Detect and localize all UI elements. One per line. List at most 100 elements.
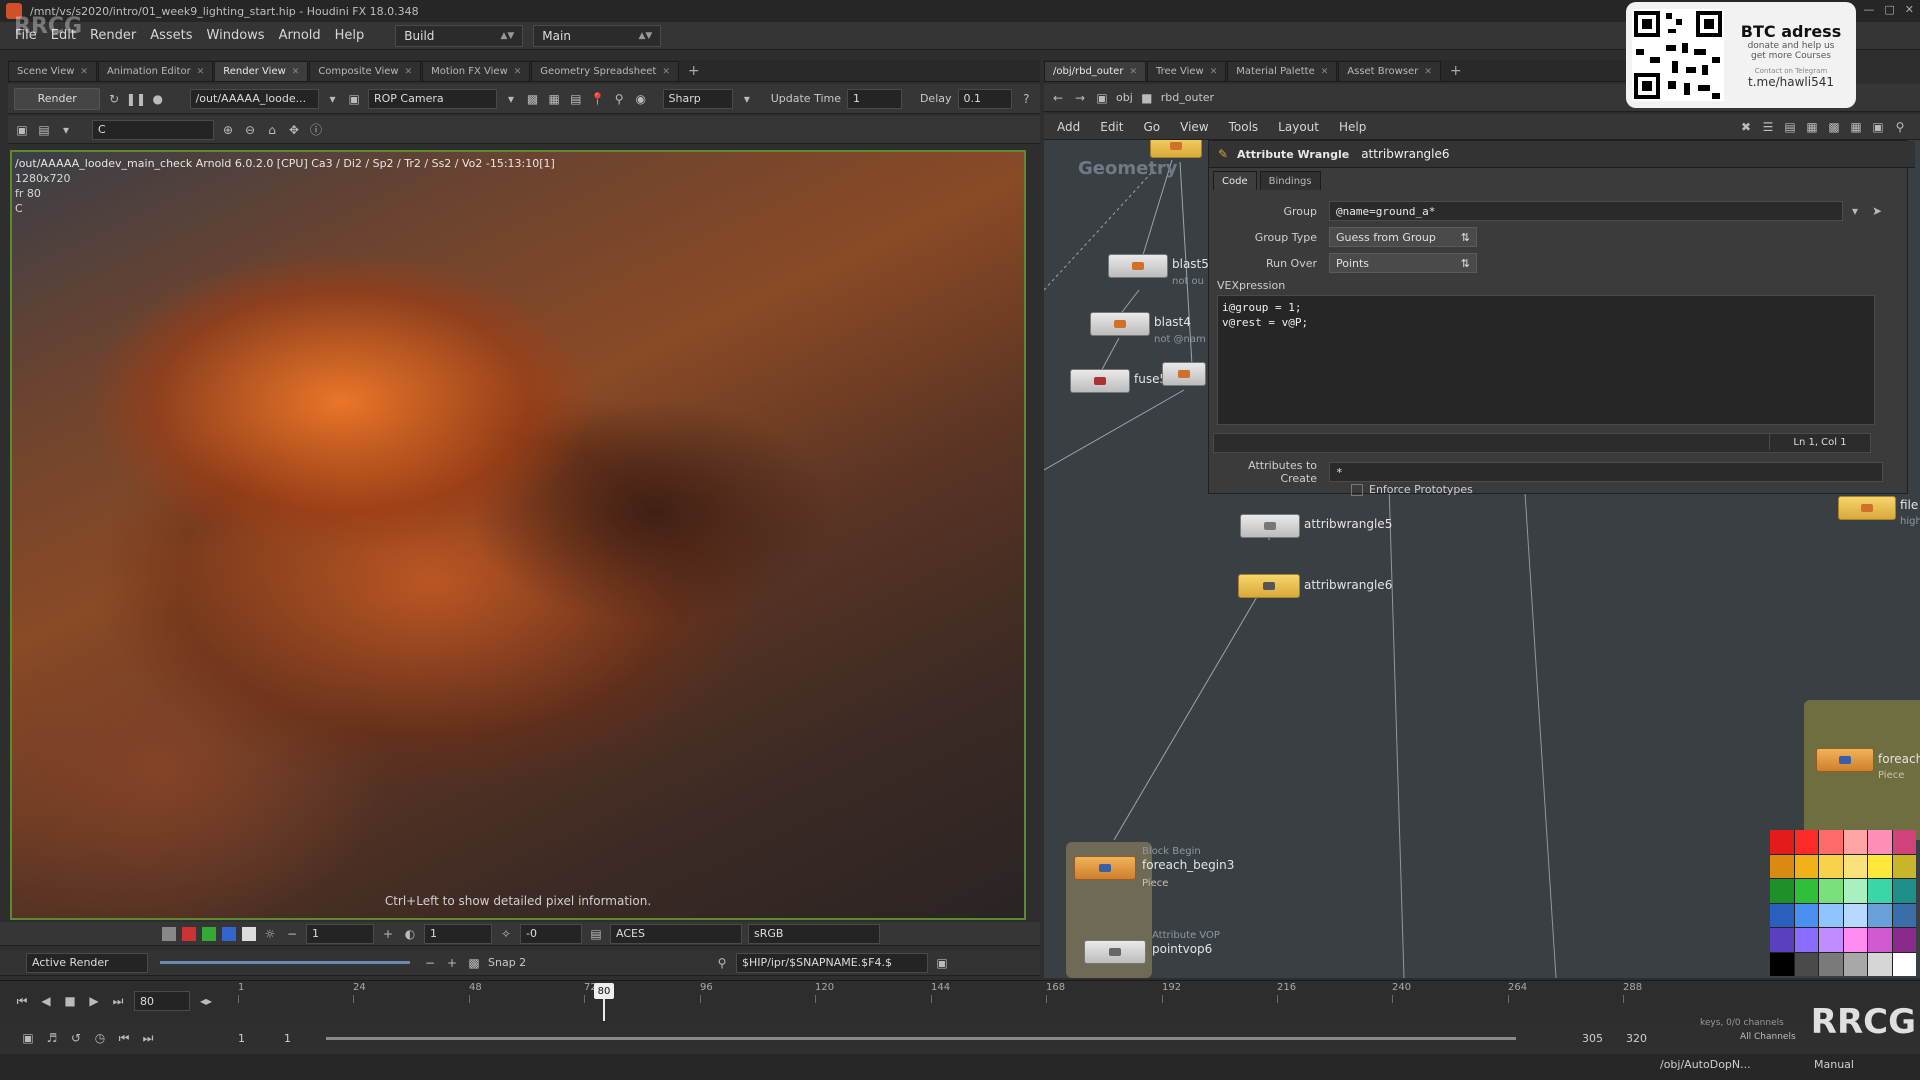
vex-code-editor[interactable]: i@group = 1; v@rest = v@P; <box>1217 295 1875 425</box>
tab-composite-view[interactable]: Composite View ✕ <box>309 61 422 81</box>
view-mode-icon[interactable]: ▣ <box>14 122 30 138</box>
red-channel-icon[interactable] <box>182 926 196 941</box>
palette-swatch[interactable] <box>1892 903 1916 927</box>
close-icon[interactable]: ✕ <box>1321 67 1329 77</box>
palette-swatch[interactable] <box>1843 830 1867 854</box>
node-pointvop6[interactable] <box>1084 940 1146 964</box>
close-icon[interactable]: ✕ <box>1210 67 1218 77</box>
path-root[interactable]: obj <box>1116 91 1133 104</box>
palette-swatch[interactable] <box>1868 830 1892 854</box>
green-channel-icon[interactable] <box>202 926 216 941</box>
palette-swatch[interactable] <box>1819 879 1843 903</box>
delay-field[interactable]: 0.1 <box>957 88 1013 109</box>
palette-swatch[interactable] <box>1770 928 1794 952</box>
offset-field[interactable]: -0 <box>520 923 582 944</box>
node-attribwrangle5[interactable] <box>1240 514 1300 538</box>
range-end[interactable]: 305 <box>1582 1032 1603 1045</box>
node-name-field[interactable]: attribwrangle6 <box>1361 147 1449 161</box>
color-picker-icon[interactable]: ◉ <box>633 91 649 107</box>
maximize-icon[interactable]: □ <box>1884 3 1894 16</box>
home-icon[interactable]: ⌂ <box>264 122 280 138</box>
node-attribwrangle6[interactable] <box>1238 574 1300 598</box>
range-slider[interactable] <box>326 1037 1516 1040</box>
chevron-down-icon[interactable]: ▾ <box>503 91 519 107</box>
tab-tree-view[interactable]: Tree View ✕ <box>1146 61 1227 81</box>
tools-icon[interactable]: ✖ <box>1738 119 1754 135</box>
gamma-icon[interactable]: ◐ <box>402 926 418 942</box>
net-menu-go[interactable]: Go <box>1136 120 1167 134</box>
note-icon[interactable]: ▦ <box>1848 119 1864 135</box>
snapshot-icon[interactable]: ▤ <box>568 91 584 107</box>
palette-swatch[interactable] <box>1770 854 1794 878</box>
tab-geometry-spreadsheet[interactable]: Geometry Spreadsheet ✕ <box>531 61 679 81</box>
palette-swatch[interactable] <box>1843 879 1867 903</box>
add-tab-icon[interactable]: + <box>1442 63 1470 79</box>
list-icon[interactable]: ▤ <box>1782 119 1798 135</box>
menu-render[interactable]: Render <box>83 28 143 43</box>
palette-swatch[interactable] <box>1868 952 1892 976</box>
node-merge[interactable] <box>1162 362 1206 386</box>
net-menu-add[interactable]: Add <box>1050 120 1087 134</box>
close-icon[interactable]: ✕ <box>1424 67 1432 77</box>
pause-icon[interactable]: ❚❚ <box>126 91 146 107</box>
chevron-down-icon[interactable]: ▾ <box>1847 203 1863 219</box>
pin-icon[interactable]: 📍 <box>590 91 606 107</box>
dropdown-icon[interactable]: ▾ <box>58 122 74 138</box>
palette-swatch[interactable] <box>1843 952 1867 976</box>
step-back-icon[interactable]: ◀ <box>38 993 54 1009</box>
info-icon[interactable]: ⓘ <box>308 122 324 138</box>
close-icon[interactable]: ✕ <box>1905 3 1914 16</box>
zoom-icon[interactable]: ⚲ <box>611 91 627 107</box>
step-icon[interactable]: ◂▸ <box>198 993 214 1009</box>
palette-swatch[interactable] <box>1770 952 1794 976</box>
range-start-2[interactable]: 1 <box>284 1032 291 1045</box>
frame-icon[interactable]: ✥ <box>286 122 302 138</box>
tree-icon[interactable]: ☰ <box>1760 119 1776 135</box>
tab-bindings[interactable]: Bindings <box>1259 171 1321 190</box>
tab-network-rbd-outer[interactable]: /obj/rbd_outer ✕ <box>1044 61 1146 81</box>
rgb-icon[interactable] <box>162 926 176 941</box>
output-path-field[interactable]: /out/AAAAA_loode... <box>189 88 319 109</box>
menu-windows[interactable]: Windows <box>200 28 272 43</box>
close-icon[interactable]: ✕ <box>197 67 205 77</box>
lock-icon[interactable]: ⚲ <box>714 955 730 971</box>
camera-icon[interactable]: ▩ <box>525 91 541 107</box>
gamma-field[interactable]: 1 <box>424 923 492 944</box>
tab-animation-editor[interactable]: Animation Editor ✕ <box>97 61 214 81</box>
add-tab-icon[interactable]: + <box>680 63 708 79</box>
path-current[interactable]: rbd_outer <box>1161 91 1214 104</box>
palette-swatch[interactable] <box>1770 903 1794 927</box>
node-fuse5[interactable] <box>1070 369 1130 393</box>
stop-icon[interactable]: ● <box>150 91 166 107</box>
minus-icon[interactable]: − <box>422 955 438 971</box>
play-icon[interactable]: ▶ <box>86 993 102 1009</box>
render-button[interactable]: Render <box>14 87 101 110</box>
plus-icon[interactable]: + <box>444 955 460 971</box>
chevron-down-icon[interactable]: ▾ <box>325 91 341 107</box>
help-icon[interactable]: ? <box>1018 91 1034 107</box>
back-arrow-icon[interactable]: ← <box>1050 90 1066 106</box>
close-icon[interactable]: ✕ <box>405 67 413 77</box>
palette-swatch[interactable] <box>1868 928 1892 952</box>
split-icon[interactable]: ▤ <box>36 122 52 138</box>
palette-swatch[interactable] <box>1868 879 1892 903</box>
net-menu-view[interactable]: View <box>1173 120 1215 134</box>
menu-help[interactable]: Help <box>328 28 372 43</box>
palette-swatch[interactable] <box>1794 952 1818 976</box>
run-over-select[interactable]: Points ⇅ <box>1329 253 1477 273</box>
minimize-icon[interactable]: — <box>1863 3 1874 16</box>
group-type-select[interactable]: Guess from Group ⇅ <box>1329 227 1477 247</box>
group-field[interactable]: @name=ground_a* <box>1329 201 1843 221</box>
close-icon[interactable]: ✕ <box>514 67 522 77</box>
camera-select[interactable]: ROP Camera <box>368 88 498 109</box>
attrs-field[interactable]: * <box>1329 462 1883 482</box>
tab-render-view[interactable]: Render View ✕ <box>214 61 309 81</box>
palette-swatch[interactable] <box>1794 830 1818 854</box>
palette-swatch[interactable] <box>1892 928 1916 952</box>
net-menu-help[interactable]: Help <box>1332 120 1373 134</box>
update-mode[interactable]: Manual <box>1814 1058 1854 1071</box>
active-render-select[interactable]: Active Render <box>26 952 148 973</box>
desktop-select[interactable]: Main ▲▼ <box>533 24 662 47</box>
minus-icon[interactable]: − <box>284 926 300 942</box>
prev-key-icon[interactable]: ⏮ <box>116 1030 132 1046</box>
